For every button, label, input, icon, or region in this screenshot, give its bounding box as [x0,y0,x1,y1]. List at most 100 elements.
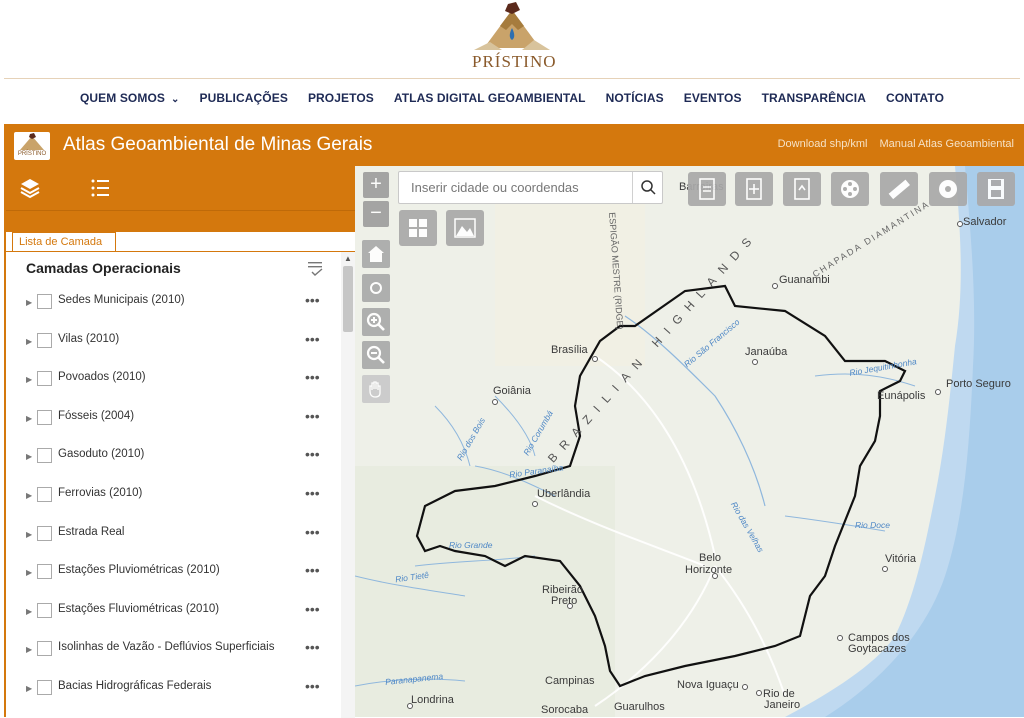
layer-checkbox[interactable] [37,294,52,309]
disc-icon[interactable] [929,172,967,206]
import-file-icon[interactable] [688,172,726,206]
layer-checkbox[interactable] [37,641,52,657]
search-icon[interactable] [632,172,663,203]
nav-noticias[interactable]: NOTÍCIAS [606,91,664,105]
layer-checkbox[interactable] [37,525,52,541]
more-options-icon[interactable]: ••• [305,408,320,424]
more-options-icon[interactable]: ••• [305,331,320,347]
expand-caret-icon[interactable]: ▶ [26,375,32,384]
layer-row[interactable]: ▶ Bacias Hidrográficas Federais ••• [6,674,341,713]
place-label: Preto [551,595,578,607]
layer-label: Sedes Municipais (2010) [58,294,185,306]
expand-caret-icon[interactable]: ▶ [26,452,32,461]
pan-hand-icon[interactable] [362,375,390,403]
expand-caret-icon[interactable]: ▶ [26,530,32,539]
layer-row[interactable]: ▶ Povoados (2010) ••• [6,365,341,404]
expand-caret-icon[interactable]: ▶ [26,337,32,346]
layer-row[interactable]: ▶ Sedes Municipais (2010) ••• [6,288,341,327]
scroll-up-icon[interactable]: ▲ [344,254,352,263]
layer-row[interactable]: ▶ Vilas (2010) ••• [6,327,341,366]
layer-panel: Lista de Camada Camadas Operacionais ▶ Se… [4,166,355,718]
legend-list-icon[interactable] [88,176,112,200]
layer-label: Bacias Hidrográficas Federais [58,680,212,692]
map-view[interactable]: Brasília Goiânia Uberlândia Guanambi Jan… [355,166,1024,717]
place-label: Vitória [885,553,916,565]
export-icon[interactable] [783,172,821,206]
scroll-thumb[interactable] [343,266,353,332]
zoom-in-button[interactable]: + [363,172,389,198]
layer-checkbox[interactable] [37,564,52,580]
manual-link[interactable]: Manual Atlas Geoambiental [879,138,1014,150]
layer-checkbox[interactable] [37,332,52,348]
more-options-icon[interactable]: ••• [305,678,320,694]
layer-row[interactable]: ▶ Gasoduto (2010) ••• [6,442,341,481]
nav-contato[interactable]: CONTATO [886,91,944,105]
measure-ruler-icon[interactable] [880,172,918,206]
layer-row[interactable]: ▶ Ferrovias (2010) ••• [6,481,341,520]
layers-icon[interactable] [18,176,42,200]
zoom-in-box-icon[interactable] [362,308,390,336]
filter-list-icon[interactable] [306,258,326,278]
app-logo: PRÍSTINO [14,132,50,160]
expand-caret-icon[interactable]: ▶ [26,491,32,500]
layer-row[interactable]: ▶ Isolinhas de Vazão - Deflúvios Superfic… [6,635,341,674]
layer-checkbox[interactable] [37,409,52,425]
more-options-icon[interactable]: ••• [305,369,320,385]
more-options-icon[interactable]: ••• [305,562,320,578]
panel-scrollbar[interactable]: ▲ [341,252,355,718]
layer-label: Estações Fluviométricas (2010) [58,602,220,615]
place-label: Londrina [411,694,454,706]
nav-publicacoes[interactable]: PUBLICAÇÕES [199,91,287,105]
locate-icon[interactable] [362,274,390,302]
nav-eventos[interactable]: EVENTOS [684,91,742,105]
zoom-out-box-icon[interactable] [362,341,390,369]
more-options-icon[interactable]: ••• [305,639,320,655]
layer-checkbox[interactable] [37,680,52,695]
expand-caret-icon[interactable]: ▶ [26,414,32,423]
layer-row[interactable]: ▶ Fósseis (2004) ••• [6,404,341,443]
film-reel-icon[interactable] [831,172,869,206]
app-title: Atlas Geoambiental de Minas Gerais [63,134,373,155]
expand-caret-icon[interactable]: ▶ [26,645,32,654]
place-label: Eunápolis [877,390,926,402]
layer-checkbox[interactable] [37,448,52,464]
save-icon[interactable] [977,172,1015,206]
layer-row[interactable]: ▶ Estações Fluviométricas (2010) ••• [6,597,341,636]
zoom-out-button[interactable]: − [363,201,389,227]
search-input[interactable] [399,172,631,203]
expand-caret-icon[interactable]: ▶ [26,607,32,616]
layer-row[interactable]: ▶ Estrada Real ••• [6,520,341,559]
place-label: Nova Iguaçu [677,679,739,691]
tab-layer-list[interactable]: Lista de Camada [12,232,116,252]
brand-name: PRÍSTINO [472,52,557,71]
elevation-profile-icon[interactable] [446,210,484,246]
nav-atlas-digital[interactable]: ATLAS DIGITAL GEOAMBIENTAL [394,91,586,105]
chevron-down-icon: ⌄ [171,94,180,105]
layer-checkbox[interactable] [37,602,52,618]
download-link[interactable]: Download shp/kml [778,138,868,150]
more-options-icon[interactable]: ••• [305,292,320,308]
more-options-icon[interactable]: ••• [305,446,320,462]
more-options-icon[interactable]: ••• [305,485,320,501]
nav-quem-somos[interactable]: QUEM SOMOS ⌄ [80,91,180,105]
map-search [398,171,663,204]
home-icon[interactable] [362,240,390,268]
site-logo[interactable]: PRÍSTINO [472,2,557,74]
expand-caret-icon[interactable]: ▶ [26,298,32,307]
layer-checkbox[interactable] [37,371,52,387]
expand-caret-icon[interactable]: ▶ [26,684,32,693]
basemap-gallery-icon[interactable] [399,210,437,246]
layer-row[interactable]: ▶ Estações Pluviométricas (2010) ••• [6,558,341,597]
expand-caret-icon[interactable]: ▶ [26,568,32,577]
add-data-icon[interactable] [735,172,773,206]
nav-projetos[interactable]: PROJETOS [308,91,374,105]
more-options-icon[interactable]: ••• [305,601,320,617]
layer-checkbox[interactable] [37,487,52,502]
layer-label: Vilas (2010) [58,332,120,345]
nav-transparencia[interactable]: TRANSPARÊNCIA [762,91,866,105]
layer-label: Estrada Real [58,525,125,538]
layer-label: Povoados (2010) [58,371,146,384]
mountain-logo-icon [20,133,44,150]
app-logo-text: PRÍSTINO [17,151,47,157]
more-options-icon[interactable]: ••• [305,524,320,540]
